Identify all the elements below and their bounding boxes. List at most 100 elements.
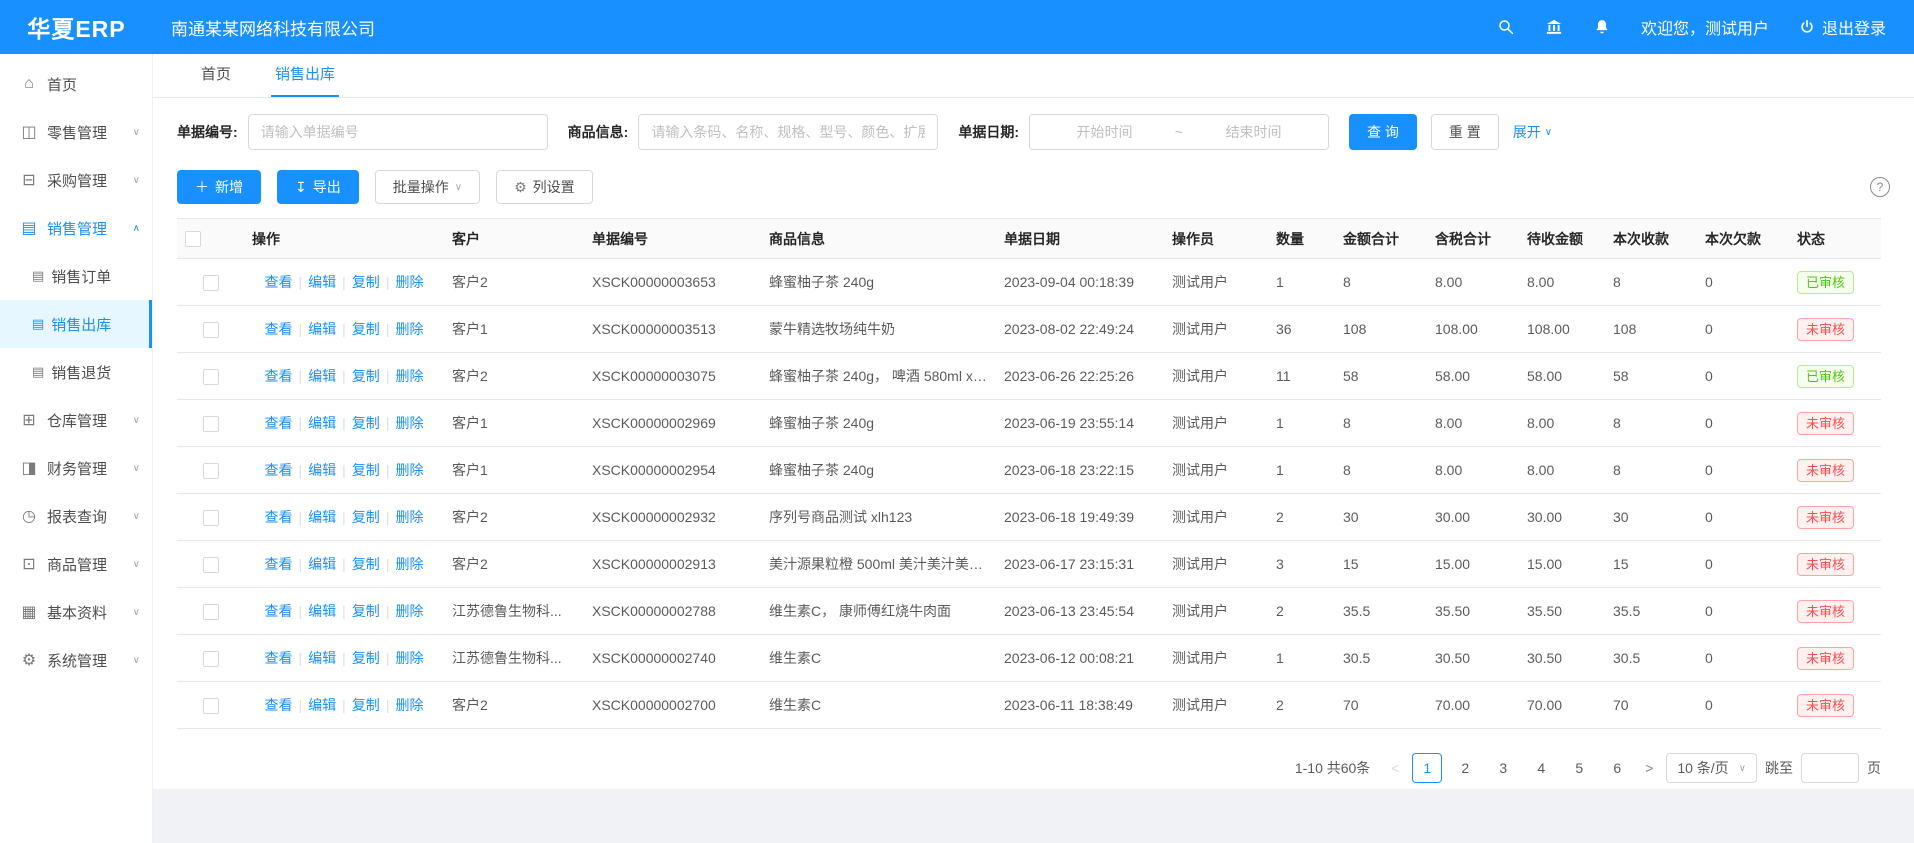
action-separator: | xyxy=(386,509,390,525)
chevron-down-icon: ∨ xyxy=(133,127,140,138)
row-action-delete[interactable]: 删除 xyxy=(395,462,423,478)
row-action-view[interactable]: 查看 xyxy=(265,462,293,478)
search-button[interactable]: 查 询 xyxy=(1349,114,1417,150)
cell-tax-total: 30.00 xyxy=(1427,494,1519,541)
row-checkbox[interactable] xyxy=(203,651,219,667)
row-action-view[interactable]: 查看 xyxy=(265,603,293,619)
row-action-edit[interactable]: 编辑 xyxy=(308,321,336,337)
help-icon[interactable]: ? xyxy=(1870,177,1890,197)
jump-page-input[interactable] xyxy=(1801,753,1859,783)
row-checkbox[interactable] xyxy=(203,510,219,526)
sidebar-item-warehouse[interactable]: ⊞仓库管理∨ xyxy=(0,396,152,444)
row-action-copy[interactable]: 复制 xyxy=(352,415,380,431)
row-action-edit[interactable]: 编辑 xyxy=(308,650,336,666)
tab[interactable]: 销售出库 xyxy=(271,54,339,97)
bill-no-input[interactable] xyxy=(248,114,548,150)
row-action-delete[interactable]: 删除 xyxy=(395,650,423,666)
column-settings-button[interactable]: ⚙ 列设置 xyxy=(496,170,593,204)
row-action-copy[interactable]: 复制 xyxy=(352,556,380,572)
batch-ops-button[interactable]: 批量操作 ∨ xyxy=(375,170,480,204)
row-checkbox[interactable] xyxy=(203,698,219,714)
sidebar-subitem[interactable]: ▤销售出库 xyxy=(0,300,152,348)
sidebar-item-system[interactable]: ⚙系统管理∨ xyxy=(0,636,152,684)
row-action-copy[interactable]: 复制 xyxy=(352,603,380,619)
page-button-4[interactable]: 4 xyxy=(1526,753,1556,783)
row-action-view[interactable]: 查看 xyxy=(265,697,293,713)
row-action-delete[interactable]: 删除 xyxy=(395,603,423,619)
sidebar-item-home[interactable]: ⌂首页 xyxy=(0,60,152,108)
add-button[interactable]: ＋ 新增 xyxy=(177,170,261,204)
expand-link[interactable]: 展开 ∨ xyxy=(1513,122,1552,142)
page-button-5[interactable]: 5 xyxy=(1564,753,1594,783)
row-action-edit[interactable]: 编辑 xyxy=(308,509,336,525)
table-row: 查看|编辑|复制|删除客户2XSCK00000002913美汁源果粒橙 500m… xyxy=(177,541,1881,588)
row-action-edit[interactable]: 编辑 xyxy=(308,274,336,290)
bell-icon[interactable] xyxy=(1593,18,1611,36)
next-page-button[interactable]: > xyxy=(1640,753,1658,783)
page-button-2[interactable]: 2 xyxy=(1450,753,1480,783)
row-action-edit[interactable]: 编辑 xyxy=(308,556,336,572)
row-action-edit[interactable]: 编辑 xyxy=(308,415,336,431)
cell-received: 58 xyxy=(1605,353,1697,400)
row-action-delete[interactable]: 删除 xyxy=(395,274,423,290)
system-icon: ⚙ xyxy=(20,650,38,670)
row-action-copy[interactable]: 复制 xyxy=(352,650,380,666)
row-checkbox[interactable] xyxy=(203,369,219,385)
row-action-copy[interactable]: 复制 xyxy=(352,462,380,478)
sidebar-item-report[interactable]: ◷报表查询∨ xyxy=(0,492,152,540)
reset-button[interactable]: 重 置 xyxy=(1431,114,1499,150)
sidebar-item-goods[interactable]: ⊡商品管理∨ xyxy=(0,540,152,588)
logout-button[interactable]: 退出登录 xyxy=(1799,15,1886,39)
row-action-copy[interactable]: 复制 xyxy=(352,321,380,337)
row-checkbox[interactable] xyxy=(203,275,219,291)
export-button[interactable]: ↧ 导出 xyxy=(277,170,359,204)
page-button-3[interactable]: 3 xyxy=(1488,753,1518,783)
page-size-select[interactable]: 10 条/页 ∨ xyxy=(1666,753,1757,783)
row-action-view[interactable]: 查看 xyxy=(265,415,293,431)
row-action-view[interactable]: 查看 xyxy=(265,274,293,290)
row-action-copy[interactable]: 复制 xyxy=(352,368,380,384)
tab[interactable]: 首页 xyxy=(197,54,235,97)
row-action-delete[interactable]: 删除 xyxy=(395,556,423,572)
row-action-delete[interactable]: 删除 xyxy=(395,697,423,713)
sidebar-subitem[interactable]: ▤销售订单 xyxy=(0,252,152,300)
row-checkbox[interactable] xyxy=(203,322,219,338)
row-action-view[interactable]: 查看 xyxy=(265,509,293,525)
prev-page-button[interactable]: < xyxy=(1386,753,1404,783)
cell-date: 2023-06-13 23:45:54 xyxy=(996,588,1164,635)
search-icon[interactable] xyxy=(1497,18,1515,36)
row-action-delete[interactable]: 删除 xyxy=(395,368,423,384)
row-action-delete[interactable]: 删除 xyxy=(395,321,423,337)
sidebar-item-finance[interactable]: ◨财务管理∨ xyxy=(0,444,152,492)
row-action-view[interactable]: 查看 xyxy=(265,556,293,572)
goods-info-input[interactable] xyxy=(638,114,938,150)
sidebar-item-retail[interactable]: ◫零售管理∨ xyxy=(0,108,152,156)
cell-customer: 客户2 xyxy=(444,541,584,588)
row-action-copy[interactable]: 复制 xyxy=(352,509,380,525)
row-checkbox[interactable] xyxy=(203,557,219,573)
row-action-view[interactable]: 查看 xyxy=(265,650,293,666)
row-action-edit[interactable]: 编辑 xyxy=(308,603,336,619)
date-range-input[interactable]: 开始时间 ~ 结束时间 xyxy=(1029,114,1329,150)
page-button-6[interactable]: 6 xyxy=(1602,753,1632,783)
sidebar-subitem[interactable]: ▤销售退货 xyxy=(0,348,152,396)
row-action-view[interactable]: 查看 xyxy=(265,321,293,337)
row-action-edit[interactable]: 编辑 xyxy=(308,368,336,384)
page-button-1[interactable]: 1 xyxy=(1412,753,1442,783)
row-action-edit[interactable]: 编辑 xyxy=(308,697,336,713)
sidebar-item-basic[interactable]: ▦基本资料∨ xyxy=(0,588,152,636)
bank-icon[interactable] xyxy=(1545,18,1563,36)
row-checkbox[interactable] xyxy=(203,604,219,620)
row-action-delete[interactable]: 删除 xyxy=(395,415,423,431)
row-action-view[interactable]: 查看 xyxy=(265,368,293,384)
row-action-copy[interactable]: 复制 xyxy=(352,697,380,713)
row-action-copy[interactable]: 复制 xyxy=(352,274,380,290)
select-all-checkbox[interactable] xyxy=(185,231,201,247)
row-checkbox[interactable] xyxy=(203,416,219,432)
row-action-delete[interactable]: 删除 xyxy=(395,509,423,525)
column-header: 操作员 xyxy=(1164,219,1268,259)
sidebar-item-sales[interactable]: ▤销售管理∧ xyxy=(0,204,152,252)
row-checkbox[interactable] xyxy=(203,463,219,479)
row-action-edit[interactable]: 编辑 xyxy=(308,462,336,478)
sidebar-item-purchase[interactable]: ⊟采购管理∨ xyxy=(0,156,152,204)
